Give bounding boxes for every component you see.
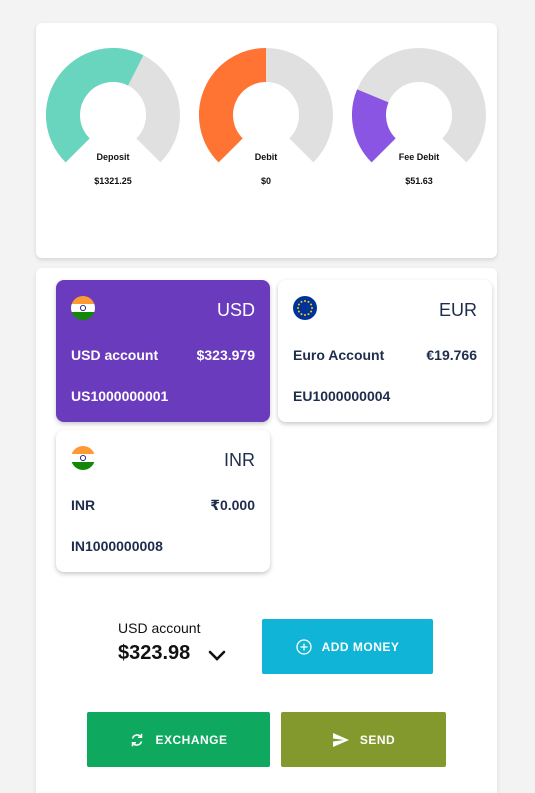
selected-account-label: USD account [118, 620, 201, 636]
debit-value: $0 [260, 176, 271, 186]
send-label: SEND [359, 732, 396, 747]
account-number: IN1000000008 [71, 538, 163, 554]
fee-debit-gauge: $ Fee Debit $51.63 [352, 48, 492, 198]
deposit-gauge: Deposit $1321.25 [46, 48, 186, 198]
summary-card: Deposit $1321.25 Debit $0 $ Fee Debit $5… [36, 23, 497, 258]
account-card-eur[interactable]: EUR Euro Account €19.766 EU1000000004 [278, 280, 492, 422]
account-number: EU1000000004 [293, 388, 391, 404]
fee-debit-value: $51.63 [405, 176, 433, 186]
add-money-label: ADD MONEY [321, 639, 400, 654]
account-card-inr[interactable]: INR INR ₹0.000 IN1000000008 [56, 430, 270, 572]
exchange-icon [132, 733, 143, 746]
exchange-button[interactable]: EXCHANGE [87, 712, 270, 767]
account-currency: USD [216, 300, 255, 320]
send-icon [332, 732, 349, 747]
eu-flag-icon [293, 296, 317, 320]
selected-account-balance: $323.98 [118, 642, 191, 664]
account-currency: INR [224, 450, 255, 470]
exchange-label: EXCHANGE [155, 732, 228, 747]
account-name: USD account [71, 347, 159, 363]
send-button[interactable]: SEND [281, 712, 446, 767]
india-flag-icon [71, 446, 95, 470]
account-name: Euro Account [293, 347, 385, 363]
account-number: US1000000001 [71, 388, 169, 404]
fee-debit-gauge-fill [352, 89, 397, 163]
account-name: INR [71, 497, 96, 513]
chevron-down-icon[interactable] [206, 646, 228, 664]
account-balance: ₹0.000 [210, 497, 255, 513]
debit-gauge-fill [199, 48, 267, 163]
add-money-button[interactable]: ADD MONEY [262, 619, 433, 674]
debit-label: Debit [254, 152, 278, 162]
account-balance: $323.979 [196, 347, 255, 363]
fee-debit-label: Fee Debit [398, 152, 440, 162]
debit-gauge: Debit $0 [199, 48, 339, 198]
svg-text:$: $ [355, 118, 364, 134]
deposit-label: Deposit [96, 152, 130, 162]
account-card-usd[interactable]: USD USD account $323.979 US1000000001 [56, 280, 270, 422]
account-currency: EUR [438, 300, 477, 320]
add-circle-icon [295, 638, 312, 655]
account-balance: €19.766 [426, 347, 477, 363]
deposit-gauge-fill [46, 48, 144, 163]
india-flag-icon [71, 296, 95, 320]
deposit-value: $1321.25 [94, 176, 132, 186]
